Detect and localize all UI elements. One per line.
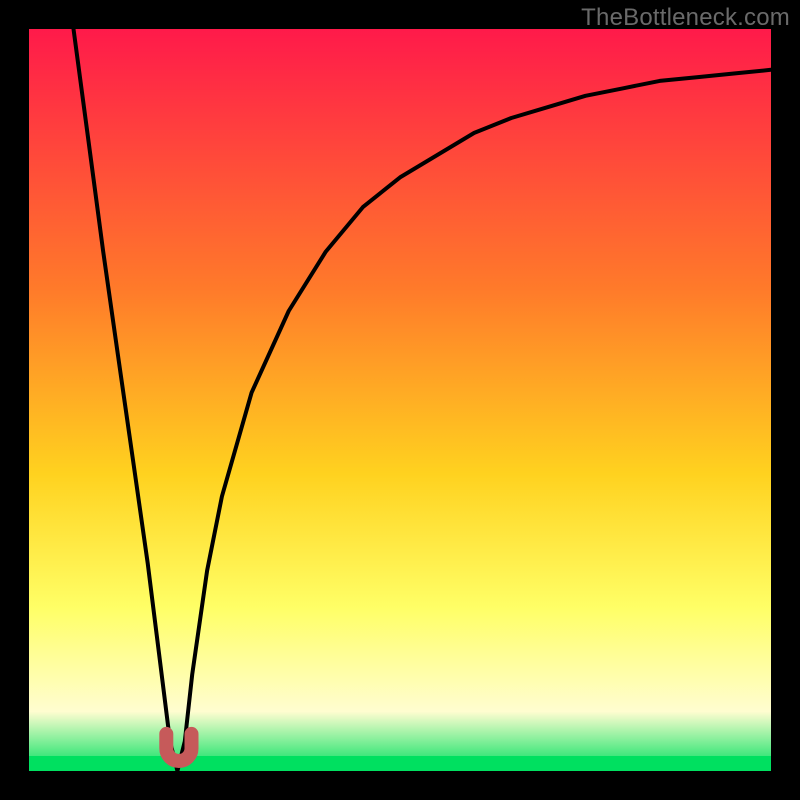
chart-frame [29, 29, 771, 771]
gradient-background [29, 29, 771, 771]
chart-svg [29, 29, 771, 771]
bottom-green-band [29, 756, 771, 771]
watermark-text: TheBottleneck.com [581, 4, 790, 32]
